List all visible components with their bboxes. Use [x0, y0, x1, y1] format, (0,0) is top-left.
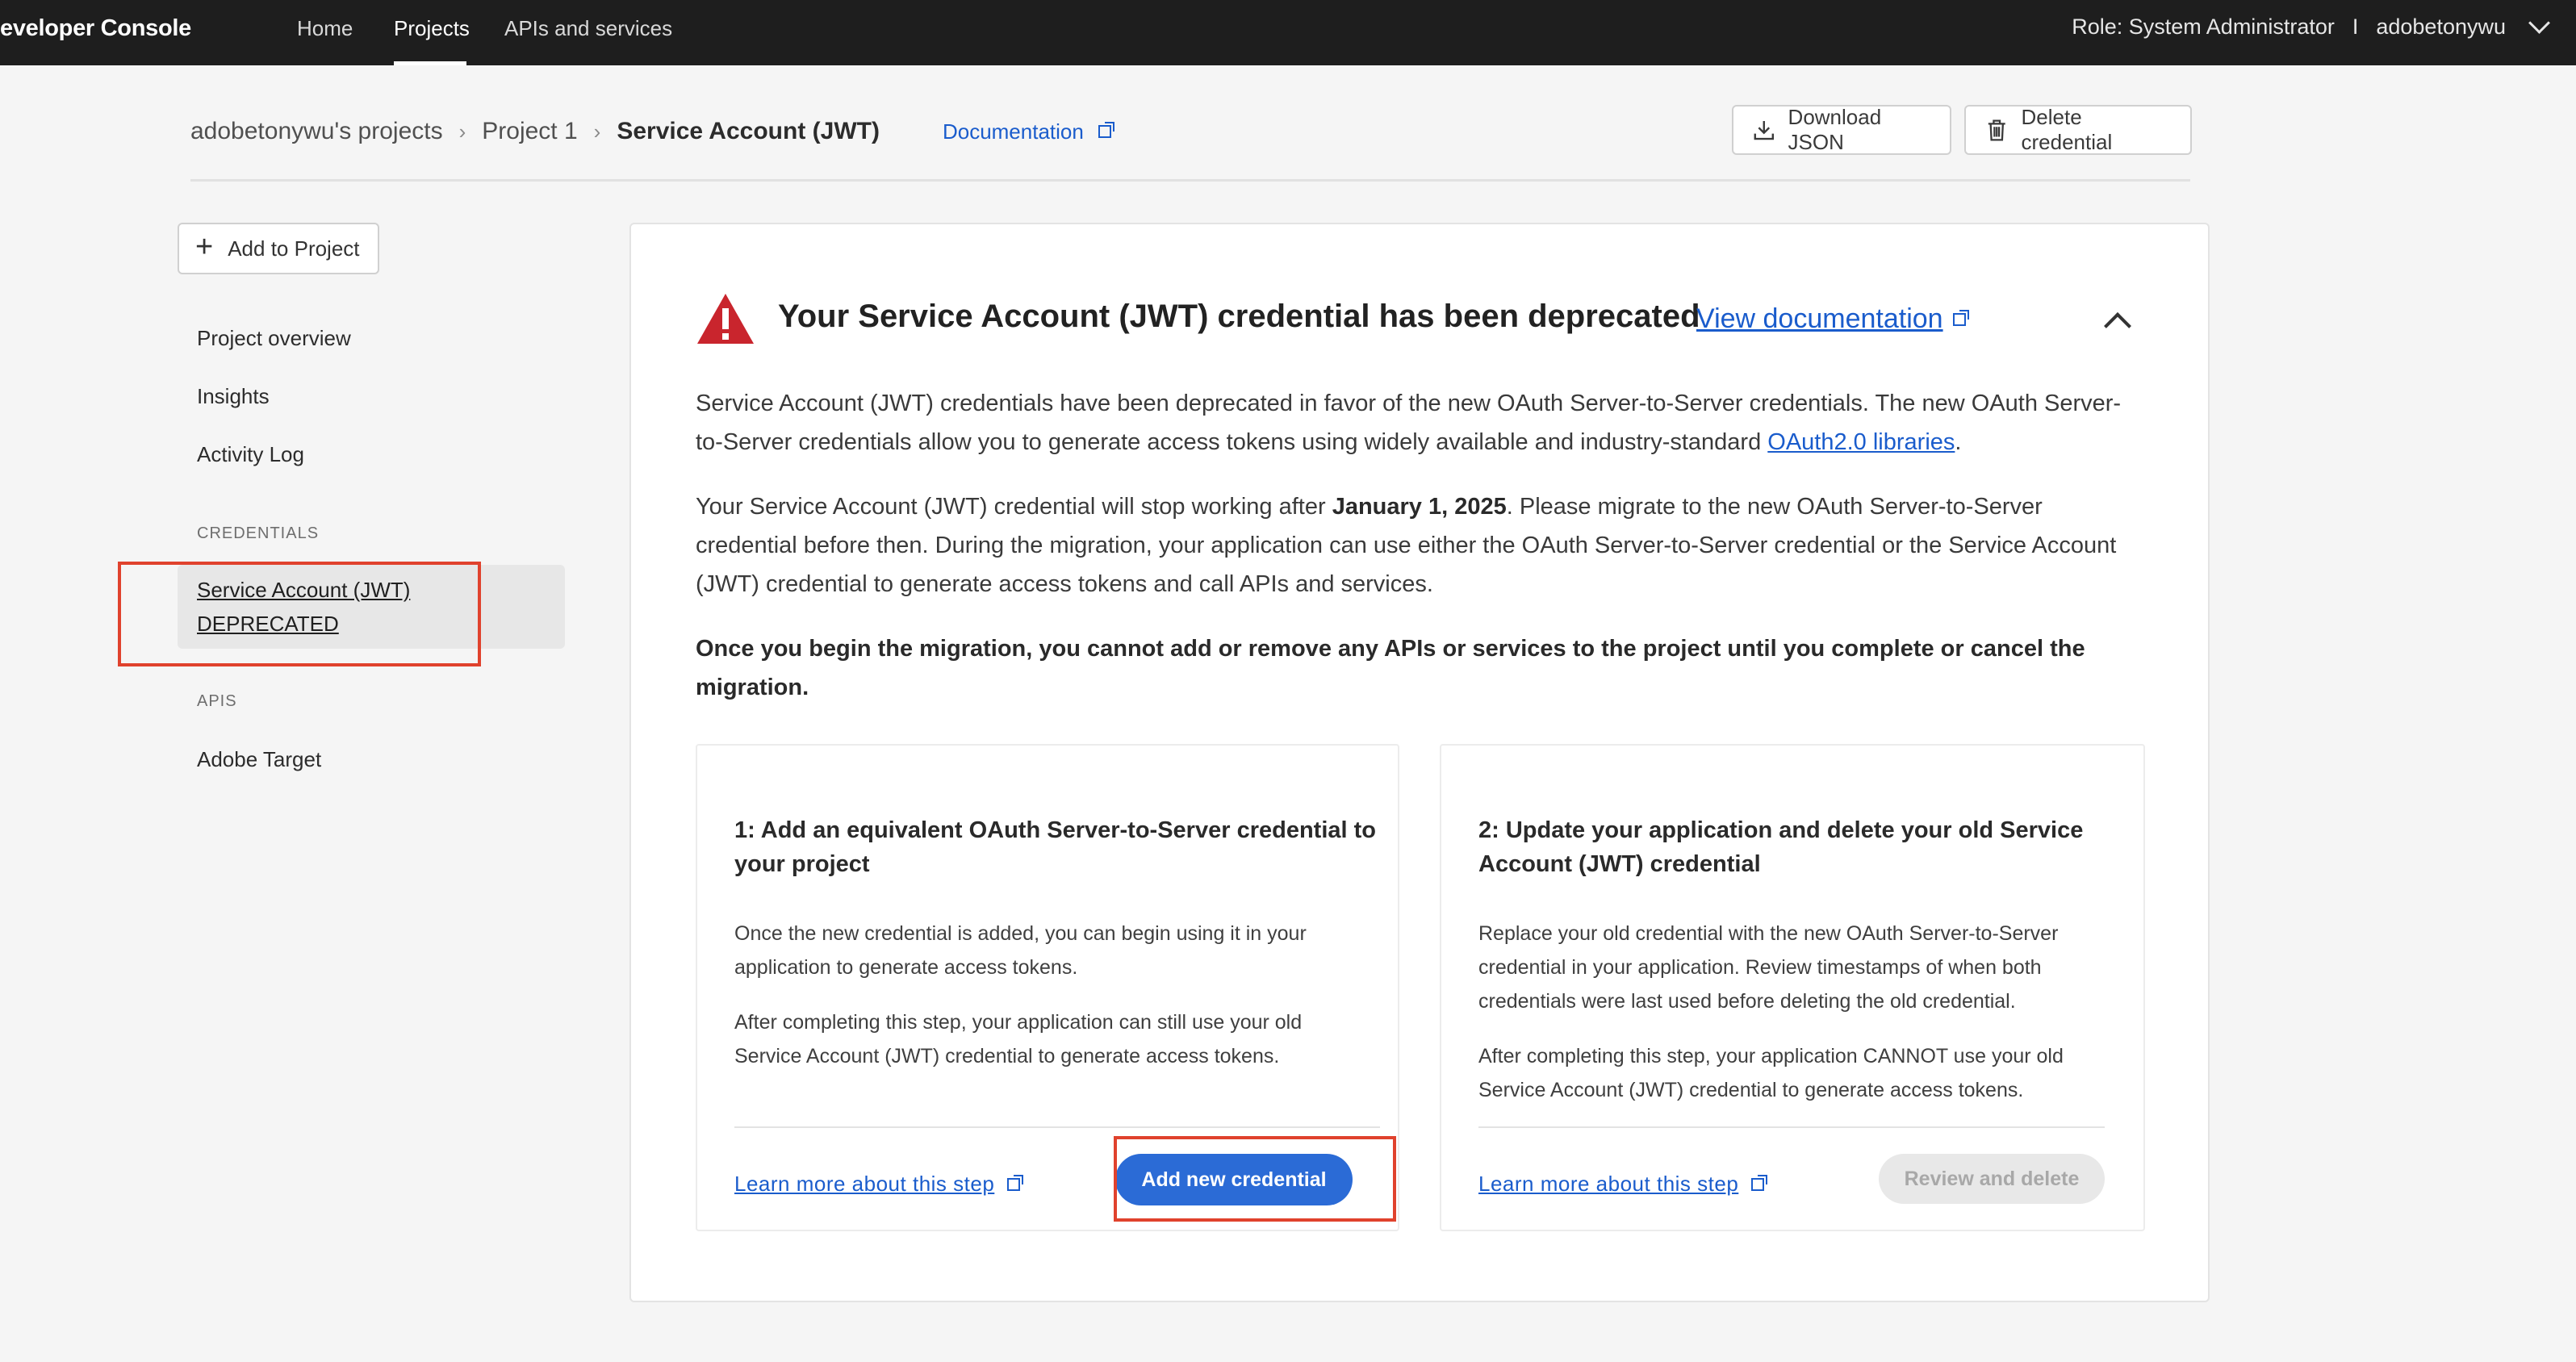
- deprecation-paragraph-1: Service Account (JWT) credentials have b…: [696, 384, 2140, 462]
- step-1-learn-more-link[interactable]: Learn more about this step: [734, 1172, 1024, 1197]
- chevron-right-icon: ›: [458, 119, 466, 144]
- add-to-project-button[interactable]: + Add to Project: [178, 223, 379, 274]
- warning-icon: [697, 294, 754, 344]
- step-2-divider: [1478, 1126, 2105, 1128]
- external-link-icon: [1952, 309, 1969, 326]
- divider: I: [2352, 15, 2359, 39]
- user-menu[interactable]: Role: System Administrator I adobetonywu: [2072, 0, 2550, 53]
- step-1-divider: [734, 1126, 1380, 1128]
- highlight-box: [1114, 1136, 1396, 1222]
- deadline-date: January 1, 2025: [1332, 494, 1507, 520]
- top-nav-bar: eveloper Console Home Projects APIs and …: [0, 0, 2576, 65]
- view-documentation-label: View documentation: [1696, 303, 1943, 334]
- breadcrumb-projects[interactable]: adobetonywu's projects: [190, 118, 443, 145]
- deprecation-paragraph-2: Your Service Account (JWT) credential wi…: [696, 487, 2140, 604]
- oauth-libraries-link[interactable]: OAuth2.0 libraries: [1767, 429, 1955, 455]
- app-title: eveloper Console: [0, 15, 191, 41]
- sidebar-item-activity-log[interactable]: Activity Log: [197, 442, 304, 467]
- role-label: Role: System Administrator: [2072, 15, 2335, 39]
- deprecation-card: Your Service Account (JWT) credential ha…: [629, 223, 2210, 1302]
- documentation-link-label: Documentation: [942, 119, 1084, 144]
- delete-credential-label: Delete credential: [2021, 105, 2113, 154]
- review-and-delete-button[interactable]: Review and delete: [1879, 1154, 2105, 1204]
- migration-warning: Once you begin the migration, you cannot…: [696, 636, 2085, 700]
- external-link-icon: [1098, 122, 1114, 138]
- sidebar-item-adobe-target[interactable]: Adobe Target: [197, 747, 321, 772]
- header-divider: [190, 179, 2190, 182]
- download-json-button[interactable]: Download JSON: [1732, 105, 1951, 155]
- step-2-learn-more-link[interactable]: Learn more about this step: [1478, 1172, 1768, 1197]
- breadcrumb-current: Service Account (JWT): [617, 118, 880, 144]
- download-icon: [1754, 120, 1774, 140]
- learn-more-label: Learn more about this step: [1478, 1172, 1739, 1196]
- sidebar-heading-apis: APIS: [197, 692, 237, 710]
- step-1-text-1: Once the new credential is added, you ca…: [734, 922, 1307, 979]
- step-1-text-2: After completing this step, your applica…: [734, 1011, 1303, 1067]
- chevron-right-icon: ›: [593, 119, 601, 144]
- tab-projects[interactable]: Projects: [394, 0, 470, 56]
- trash-icon: [1988, 119, 2005, 141]
- download-json-label: Download JSON: [1788, 105, 1882, 154]
- external-link-icon: [1007, 1174, 1024, 1191]
- view-documentation-link[interactable]: View documentation: [1696, 303, 1969, 335]
- step-1-title: 1: Add an equivalent OAuth Server-to-Ser…: [734, 817, 1376, 877]
- step-2-text-2: After completing this step, your applica…: [1478, 1045, 2064, 1101]
- chevron-up-icon[interactable]: [2104, 312, 2131, 340]
- step-2-title: 2: Update your application and delete yo…: [1478, 817, 2084, 877]
- active-tab-indicator: [394, 61, 466, 65]
- step-2-card: 2: Update your application and delete yo…: [1440, 744, 2145, 1231]
- deprecation-title: Your Service Account (JWT) credential ha…: [778, 299, 1700, 334]
- paragraph-text: Your Service Account (JWT) credential wi…: [696, 494, 1332, 520]
- highlight-box: [118, 562, 481, 666]
- tab-home[interactable]: Home: [297, 0, 353, 56]
- chevron-down-icon[interactable]: [2528, 11, 2550, 34]
- step-2-text-1: Replace your old credential with the new…: [1478, 922, 2059, 1013]
- sidebar-heading-credentials: CREDENTIALS: [197, 524, 320, 542]
- documentation-link[interactable]: Documentation: [942, 119, 1114, 144]
- breadcrumb: adobetonywu's projects › Project 1 › Ser…: [190, 113, 1114, 150]
- paragraph-text: .: [1955, 429, 1962, 455]
- sidebar-item-insights[interactable]: Insights: [197, 384, 270, 409]
- tab-apis-and-services[interactable]: APIs and services: [504, 0, 672, 56]
- breadcrumb-project[interactable]: Project 1: [482, 118, 577, 145]
- add-to-project-label: Add to Project: [228, 236, 360, 261]
- username[interactable]: adobetonywu: [2376, 0, 2506, 53]
- learn-more-label: Learn more about this step: [734, 1172, 995, 1196]
- delete-credential-button[interactable]: Delete credential: [1964, 105, 2192, 155]
- plus-icon: +: [195, 230, 214, 264]
- sidebar-item-project-overview[interactable]: Project overview: [197, 326, 351, 351]
- external-link-icon: [1751, 1174, 1768, 1191]
